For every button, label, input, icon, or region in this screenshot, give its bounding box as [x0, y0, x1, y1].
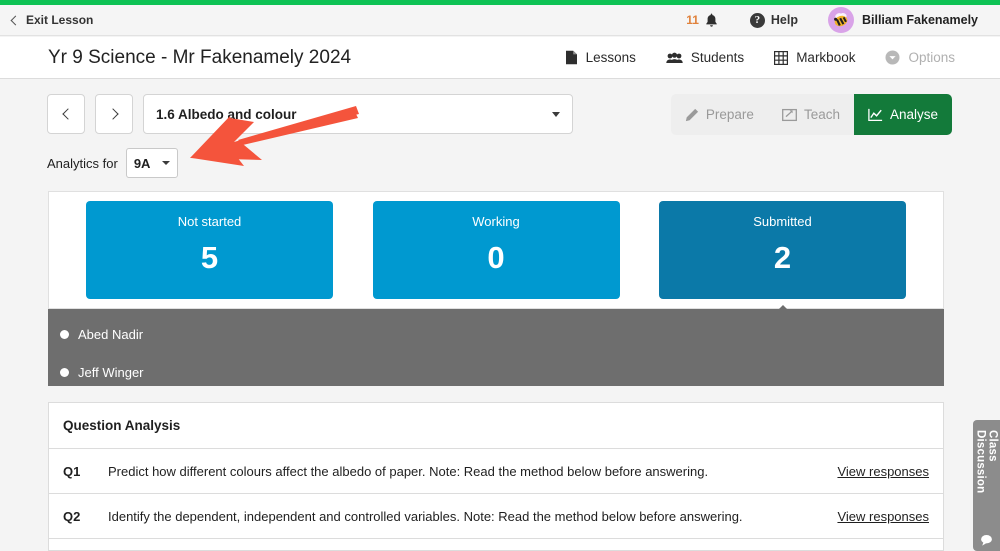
question-analysis-panel: Question Analysis Q1 Predict how differe…: [48, 402, 944, 551]
lesson-dropdown-value: 1.6 Albedo and colour: [156, 106, 297, 122]
table-row: Q1 Predict how different colours affect …: [49, 449, 943, 494]
exit-lesson-label: Exit Lesson: [26, 13, 94, 27]
status-card-submitted[interactable]: Submitted 2: [659, 201, 906, 316]
bee-avatar-icon: [827, 7, 854, 33]
nav-tab-options[interactable]: Options: [885, 50, 955, 65]
chevron-left-icon: [61, 109, 71, 119]
exit-lesson-button[interactable]: Exit Lesson: [10, 13, 93, 27]
present-icon: [781, 108, 797, 122]
status-card-value: 5: [200, 240, 219, 275]
help-button[interactable]: ? Help: [749, 12, 798, 28]
title-bar: Yr 9 Science - Mr Fakenamely 2024 Lesson…: [0, 37, 1000, 79]
status-dot-icon: [60, 367, 69, 377]
document-icon: [565, 50, 578, 65]
people-icon: [666, 52, 683, 64]
question-text: Predict how different colours affect the…: [108, 463, 709, 479]
caret-down-icon: [161, 161, 170, 165]
user-name: Billiam Fakenamely: [861, 13, 978, 27]
view-responses-link[interactable]: View responses: [837, 509, 929, 524]
help-label: Help: [770, 13, 798, 27]
mode-button-group: Prepare Teach Analyse: [670, 94, 952, 135]
bell-icon: [705, 13, 718, 28]
nav-tab-lessons-label: Lessons: [585, 50, 636, 65]
question-number: Q2: [63, 508, 81, 524]
mode-button-teach-label: Teach: [803, 107, 840, 122]
mode-button-teach[interactable]: Teach: [768, 94, 854, 135]
nav-tab-options-label: Options: [908, 50, 955, 65]
question-circle-icon: ?: [749, 12, 765, 28]
question-number: Q1: [63, 463, 81, 479]
view-responses-link[interactable]: View responses: [837, 464, 929, 479]
nav-tab-markbook-label: Markbook: [796, 50, 856, 65]
status-card-working[interactable]: Working 0: [372, 201, 620, 299]
grid-icon: [774, 50, 789, 65]
previous-lesson-button[interactable]: [47, 94, 85, 134]
lesson-selector-row: 1.6 Albedo and colour: [47, 94, 573, 134]
chevron-circle-down-icon: [885, 50, 900, 65]
notification-count: 11: [686, 13, 699, 27]
next-lesson-button[interactable]: [95, 94, 133, 134]
class-select-value: 9A: [133, 155, 151, 171]
student-name: Abed Nadir: [78, 326, 144, 342]
app-root: Exit Lesson 11 ? Help Billiam Fakenamely…: [0, 0, 1000, 551]
status-card-label: Working: [472, 214, 520, 229]
utility-bar-right: 11 ? Help Billiam Fakenamely: [686, 7, 1000, 33]
chevron-right-icon: [109, 109, 119, 119]
status-dot-icon: [60, 329, 69, 339]
main-nav: Lessons Students Markbook Options: [565, 50, 1000, 65]
class-discussion-label: Class Discussion: [974, 430, 999, 494]
status-card-label: Not started: [177, 214, 242, 229]
mode-button-analyse[interactable]: Analyse: [853, 94, 952, 135]
student-list-panel: Abed Nadir Jeff Winger: [48, 309, 944, 386]
status-card-value: 0: [487, 240, 505, 275]
line-chart-icon: [868, 108, 883, 122]
mode-button-prepare-label: Prepare: [705, 107, 754, 122]
analytics-for-label: Analytics for: [47, 155, 118, 171]
list-item[interactable]: Jeff Winger: [48, 359, 944, 385]
table-row: Q2 Identify the dependent, independent a…: [49, 494, 943, 539]
nav-tab-students[interactable]: Students: [666, 50, 744, 65]
mode-button-prepare[interactable]: Prepare: [671, 94, 768, 135]
notifications-button[interactable]: 11: [686, 13, 718, 28]
status-card-panel: Not started 5 Working 0 Submitted 2: [48, 191, 944, 316]
status-card-value: 2: [773, 240, 792, 275]
page-title: Yr 9 Science - Mr Fakenamely 2024: [48, 46, 352, 68]
nav-tab-lessons[interactable]: Lessons: [565, 50, 636, 65]
lesson-dropdown[interactable]: 1.6 Albedo and colour: [143, 94, 573, 134]
nav-tab-students-label: Students: [690, 50, 745, 65]
question-text: Identify the dependent, independent and …: [108, 508, 743, 524]
status-card-label: Submitted: [753, 214, 812, 229]
class-select[interactable]: 9A: [125, 148, 178, 178]
nav-tab-markbook[interactable]: Markbook: [774, 50, 855, 65]
student-name: Jeff Winger: [78, 364, 144, 380]
caret-down-icon: [552, 111, 560, 117]
list-item[interactable]: Abed Nadir: [48, 321, 944, 347]
mode-button-analyse-label: Analyse: [889, 107, 938, 122]
chevron-left-icon: [10, 16, 19, 25]
user-menu-button[interactable]: Billiam Fakenamely: [827, 7, 978, 33]
class-discussion-tab[interactable]: Class Discussion: [973, 420, 1000, 551]
utility-bar: Exit Lesson 11 ? Help Billiam Fakenamely: [0, 5, 1000, 36]
status-card-not-started[interactable]: Not started 5: [86, 201, 333, 299]
pencil-icon: [685, 108, 699, 122]
speech-bubble-icon: [980, 533, 993, 551]
analytics-for-row: Analytics for 9A: [47, 148, 178, 178]
question-analysis-header: Question Analysis: [49, 403, 943, 449]
